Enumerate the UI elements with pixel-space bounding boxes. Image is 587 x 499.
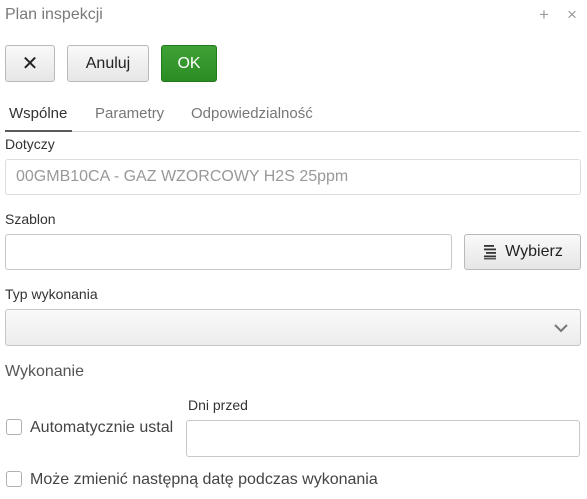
wybierz-button[interactable]: Wybierz xyxy=(464,234,581,270)
close-icon[interactable]: × xyxy=(567,5,577,25)
dni-przed-label: Dni przed xyxy=(188,397,248,413)
auto-checkbox-label[interactable]: Automatycznie ustal xyxy=(30,419,173,437)
auto-checkbox[interactable] xyxy=(6,419,22,435)
active-tab-indicator xyxy=(5,130,72,132)
dotyczy-field: 00GMB10CA - GAZ WZORCOWY H2S 25ppm xyxy=(5,159,581,195)
tab-wspolne[interactable]: Wspólne xyxy=(9,105,67,122)
plus-icon[interactable]: + xyxy=(539,5,549,25)
typ-wykonania-select[interactable] xyxy=(5,309,581,346)
close-button[interactable]: ✕ xyxy=(5,45,55,82)
tab-divider xyxy=(5,131,581,132)
moze-zmienic-label[interactable]: Może zmienić następną datę podczas wykon… xyxy=(30,471,378,489)
list-icon xyxy=(484,245,497,260)
szablon-label: Szablon xyxy=(5,211,56,227)
chevron-down-icon xyxy=(554,324,568,333)
wykonanie-section-title: Wykonanie xyxy=(5,363,85,380)
window-title: Plan inspekcji xyxy=(5,6,103,23)
tab-odpowiedzialnosc[interactable]: Odpowiedzialność xyxy=(191,105,313,122)
szablon-input[interactable] xyxy=(5,234,452,270)
ok-button[interactable]: OK xyxy=(161,45,217,82)
x-icon: ✕ xyxy=(21,53,39,75)
tab-parametry[interactable]: Parametry xyxy=(95,105,164,122)
cancel-button[interactable]: Anuluj xyxy=(67,45,149,82)
moze-zmienic-checkbox[interactable] xyxy=(6,471,22,487)
typ-wykonania-label: Typ wykonania xyxy=(5,286,98,302)
wybierz-label: Wybierz xyxy=(505,243,563,260)
dotyczy-label: Dotyczy xyxy=(5,136,55,152)
dni-przed-input[interactable] xyxy=(186,420,580,457)
